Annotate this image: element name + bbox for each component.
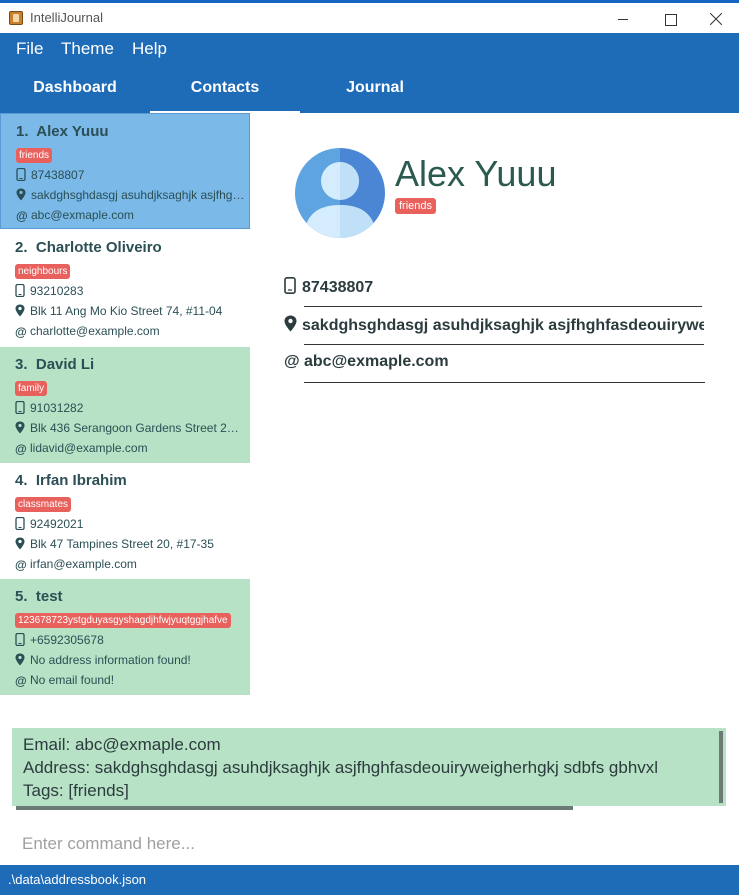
contact-card[interactable]: 3. David Li family 91031282 Blk 436 Sera… — [0, 347, 250, 463]
contact-name: Charlotte Oliveiro — [35, 239, 162, 256]
detail-phone: 87438807 — [302, 279, 374, 296]
at-sign-icon: @ — [15, 673, 27, 688]
contact-email: abc@exmaple.com — [31, 208, 134, 222]
contact-name: David Li — [35, 356, 95, 373]
title-bar: IntelliJournal — [0, 3, 739, 33]
contact-phone: 93210283 — [30, 284, 84, 299]
map-pin-icon — [284, 315, 302, 337]
close-icon — [710, 13, 722, 25]
contact-tag: family — [15, 381, 48, 396]
contact-name: Alex Yuuu — [36, 123, 109, 140]
contact-index: 1. — [16, 123, 29, 140]
contact-card[interactable]: 5. test 123678723ystgduyasgyshagdjhfwjyu… — [0, 579, 250, 695]
contact-address: No address information found! — [30, 653, 191, 668]
status-bar: .\data\addressbook.json — [0, 865, 739, 895]
tab-journal[interactable]: Journal — [300, 67, 450, 113]
close-button[interactable] — [693, 6, 739, 32]
result-line-tags: Tags: [friends] — [23, 781, 129, 800]
phone-icon — [284, 277, 302, 299]
menu-bar: File Theme Help — [0, 33, 739, 67]
tab-bar: Dashboard Contacts Journal — [0, 67, 739, 113]
contact-index: 5. — [15, 588, 28, 605]
tab-contacts[interactable]: Contacts — [150, 67, 300, 113]
menu-file[interactable]: File — [16, 39, 43, 59]
divider — [304, 344, 704, 345]
contact-name: Irfan Ibrahim — [35, 472, 127, 489]
at-sign-icon: @ — [284, 353, 300, 370]
detail-email: abc@exmaple.com — [304, 353, 449, 370]
contact-tag: 123678723ystgduyasgyshagdjhfwjyuqtggjhaf… — [15, 613, 231, 628]
command-input[interactable] — [12, 829, 727, 859]
divider — [304, 382, 705, 383]
phone-icon — [15, 284, 27, 300]
phone-icon — [15, 401, 27, 417]
map-pin-icon — [15, 537, 27, 553]
map-pin-icon — [15, 304, 27, 320]
contact-detail-panel: Alex Yuuu friends 87438807 sakdghsghdasg… — [250, 113, 739, 695]
contact-tag: friends — [16, 148, 53, 163]
contact-address: sakdghsghdasgj asuhdjksaghjk asjfhghfasd… — [31, 188, 246, 203]
at-sign-icon: @ — [15, 557, 27, 572]
contact-name: test — [35, 588, 63, 605]
menu-theme[interactable]: Theme — [61, 39, 114, 59]
contact-phone: 92492021 — [30, 517, 84, 532]
result-display[interactable]: Email: abc@exmaple.com Address: sakdghsg… — [12, 728, 726, 806]
at-sign-icon: @ — [16, 208, 28, 223]
contact-address: Blk 11 Ang Mo Kio Street 74, #11-04 — [30, 304, 223, 319]
contact-tag: neighbours — [15, 264, 71, 279]
phone-icon — [16, 168, 28, 184]
map-pin-icon — [15, 421, 27, 437]
map-pin-icon — [15, 653, 27, 669]
phone-icon — [15, 633, 27, 649]
detail-address: sakdghsghdasgj asuhdjksaghjk asjfhghfasd… — [302, 317, 704, 334]
at-sign-icon: @ — [15, 324, 27, 339]
avatar-icon — [295, 148, 385, 238]
app-icon — [9, 11, 23, 25]
contact-index: 4. — [15, 472, 28, 489]
save-location: .\data\addressbook.json — [8, 872, 147, 887]
command-box — [0, 825, 739, 863]
at-sign-icon: @ — [15, 441, 27, 456]
result-line-address: Address: sakdghsghdasgj asuhdjksaghjk as… — [23, 758, 659, 777]
contact-email: lidavid@example.com — [30, 441, 148, 455]
contact-email: charlotte@example.com — [30, 324, 160, 338]
divider — [304, 306, 702, 307]
phone-icon — [15, 517, 27, 533]
detail-name: Alex Yuuu — [395, 153, 557, 194]
map-pin-icon — [16, 188, 28, 204]
contact-index: 2. — [15, 239, 28, 256]
contact-tag: classmates — [15, 497, 72, 512]
contact-card[interactable]: 2. Charlotte Oliveiro neighbours 9321028… — [0, 230, 250, 346]
result-vertical-scrollbar[interactable] — [719, 731, 723, 803]
contact-card[interactable]: 4. Irfan Ibrahim classmates 92492021 Blk… — [0, 463, 250, 579]
contact-phone: +6592305678 — [30, 633, 104, 648]
result-horizontal-scrollbar[interactable] — [16, 806, 573, 810]
contact-email: irfan@example.com — [30, 557, 137, 571]
contact-address: Blk 47 Tampines Street 20, #17-35 — [30, 537, 214, 552]
contact-phone: 87438807 — [31, 168, 85, 183]
minimize-button[interactable] — [600, 6, 646, 32]
contact-phone: 91031282 — [30, 401, 84, 416]
contact-list[interactable]: 1. Alex Yuuu friends 87438807 sakdghsghd… — [0, 113, 250, 695]
window-title: IntelliJournal — [30, 10, 103, 25]
contact-address: Blk 436 Serangoon Gardens Street 26, #16… — [30, 421, 245, 436]
tab-dashboard[interactable]: Dashboard — [0, 67, 150, 113]
maximize-button[interactable] — [647, 6, 693, 32]
menu-help[interactable]: Help — [132, 39, 167, 59]
result-line-email: Email: abc@exmaple.com — [23, 735, 221, 754]
contact-index: 3. — [15, 356, 28, 373]
detail-tag: friends — [395, 198, 437, 214]
contact-card[interactable]: 1. Alex Yuuu friends 87438807 sakdghsghd… — [0, 113, 250, 229]
contact-email: No email found! — [30, 673, 115, 687]
